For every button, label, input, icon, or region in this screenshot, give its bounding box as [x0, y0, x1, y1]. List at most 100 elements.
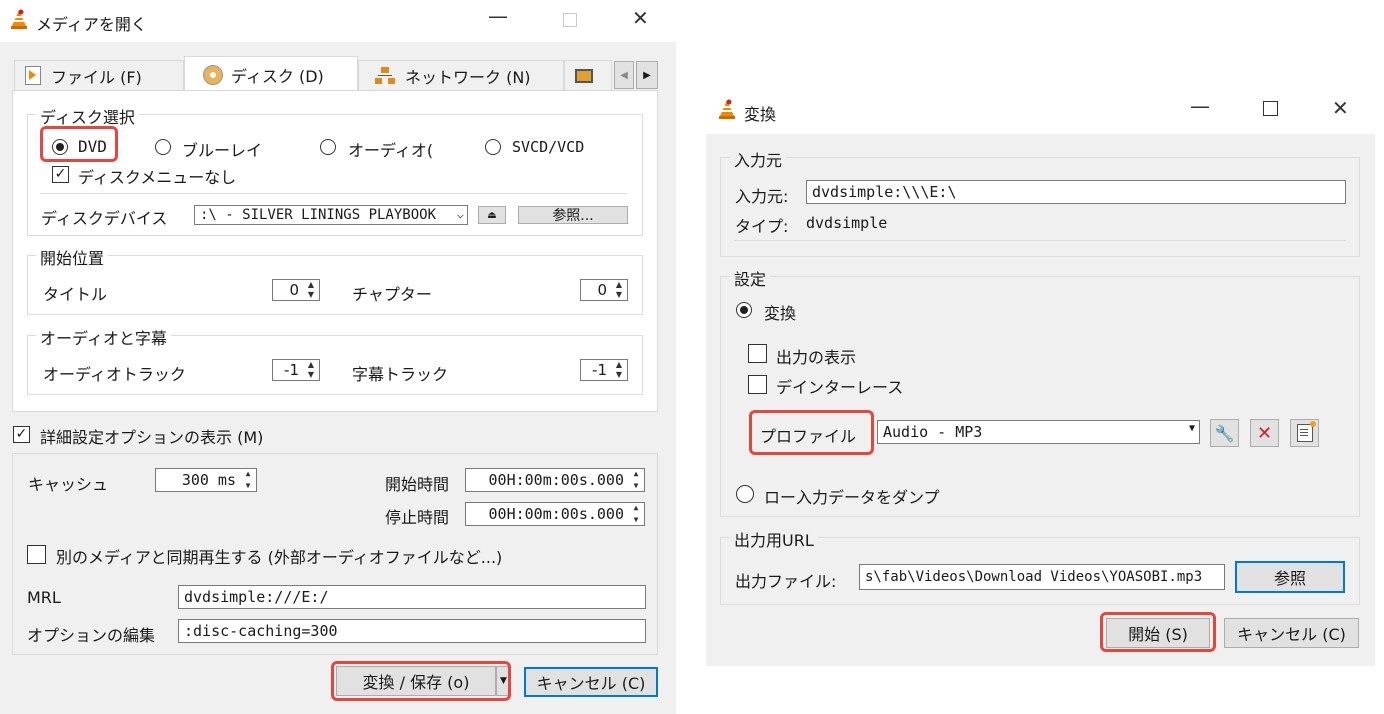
destination-group-title: 出力用URL — [730, 527, 818, 551]
radio-dump-raw[interactable] — [736, 485, 754, 503]
cancel-button[interactable]: キャンセル (C) — [524, 667, 658, 697]
radio-bluray-label: ブルーレイ — [182, 141, 263, 160]
maximize-button[interactable] — [1263, 101, 1278, 116]
spin-arrows-icon: ▲ ▼ — [307, 360, 315, 379]
tab-capture[interactable] — [564, 60, 612, 90]
tab-disc-label: ディスク (D) — [231, 66, 324, 86]
stop-time-label: 停止時間 — [385, 508, 450, 527]
cancel-label: キャンセル (C) — [536, 674, 646, 693]
highlight-convert-save — [331, 661, 511, 701]
tab-network[interactable]: ネットワーク (N) — [358, 60, 564, 90]
show-output-checkbox[interactable] — [748, 344, 767, 363]
minimize-button[interactable]: — — [1190, 94, 1210, 118]
capture-device-icon — [575, 68, 593, 83]
sync-media-checkbox[interactable] — [27, 545, 46, 564]
radio-convert[interactable] — [736, 302, 752, 318]
mrl-value: dvdsimple:///E:/ — [184, 588, 329, 606]
output-file-value: s\fab\Videos\Download Videos\YOASOBI.mp3 — [865, 569, 1203, 585]
radio-audio-cd[interactable] — [320, 139, 336, 155]
settings-group-title: 設定 — [730, 266, 771, 290]
start-position-group — [27, 255, 643, 315]
audio-track-spinbox[interactable]: -1 ▲ ▼ — [272, 359, 320, 381]
convert-cancel-button[interactable]: キャンセル (C) — [1224, 618, 1359, 648]
radio-audio-cd-label: オーディオ( — [348, 141, 434, 160]
tab-file-label: ファイル (F) — [51, 67, 142, 87]
wrench-icon: 🔧 — [1214, 423, 1235, 443]
title-spinbox[interactable]: 0 ▲ ▼ — [272, 279, 320, 301]
highlight-start — [1100, 612, 1216, 652]
disc-device-value: :\ - SILVER LININGS PLAYBOOK — [200, 207, 437, 223]
disc-select-title: ディスク選択 — [36, 104, 139, 128]
subtitle-track-value: -1 — [592, 361, 607, 379]
minimize-button[interactable]: — — [488, 4, 508, 28]
no-disc-menu-label: ディスクメニューなし — [78, 168, 237, 187]
disc-select-divider — [40, 193, 628, 194]
edit-options-value: :disc-caching=300 — [184, 622, 338, 640]
chapter-label: チャプター — [352, 285, 432, 304]
close-button[interactable]: ✕ — [632, 6, 649, 30]
disc-device-select[interactable]: :\ - SILVER LININGS PLAYBOOK ⌵ — [194, 205, 468, 225]
close-button[interactable]: ✕ — [1332, 96, 1349, 120]
source-field[interactable]: dvdsimple:\\\E:\ — [806, 180, 1346, 204]
spin-arrows-icon: ▲ ▼ — [633, 503, 639, 524]
sync-media-label: 別のメディアと同期再生する (外部オーディオファイルなど...) — [56, 548, 503, 567]
eject-button[interactable]: ⏏ — [478, 206, 506, 224]
mrl-field[interactable]: dvdsimple:///E:/ — [178, 585, 646, 609]
radio-bluray[interactable] — [155, 139, 171, 155]
type-label: タイプ: — [735, 217, 789, 236]
chevron-down-icon: ▼ — [1188, 423, 1195, 434]
start-time-spinbox[interactable]: 00H:00m:00s.000 ▲ ▼ — [465, 468, 645, 492]
tab-scroll-left[interactable]: ◀ — [614, 61, 634, 89]
show-output-label: 出力の表示 — [776, 348, 857, 367]
delete-profile-button[interactable]: ✕ — [1250, 419, 1279, 447]
output-file-field[interactable]: s\fab\Videos\Download Videos\YOASOBI.mp3 — [859, 564, 1225, 590]
disc-browse-button[interactable]: 参照... — [518, 206, 628, 224]
cache-spinbox[interactable]: 300 ms ▲ ▼ — [155, 468, 257, 492]
highlight-dvd — [40, 126, 118, 162]
spin-arrows-icon: ▲ ▼ — [245, 469, 251, 490]
spin-arrows-icon: ▲ ▼ — [615, 280, 623, 299]
stop-time-value: 00H:00m:00s.000 — [488, 505, 624, 523]
source-divider — [734, 240, 1346, 241]
chevron-down-icon: ⌵ — [456, 207, 464, 221]
highlight-profile — [749, 410, 874, 455]
radio-svcd[interactable] — [485, 139, 501, 155]
show-advanced-label: 詳細設定オプションの表示 (M) — [40, 428, 264, 447]
profile-value: Audio - MP3 — [883, 423, 983, 441]
new-profile-button[interactable] — [1290, 419, 1319, 447]
edit-options-field[interactable]: :disc-caching=300 — [178, 619, 646, 643]
audio-track-value: -1 — [284, 361, 299, 379]
file-icon — [25, 66, 41, 85]
chapter-value: 0 — [597, 281, 607, 299]
tab-scroll-right[interactable]: ▶ — [636, 61, 658, 89]
maximize-button[interactable] — [563, 13, 577, 27]
no-disc-menu-checkbox[interactable]: ✓ — [52, 166, 69, 183]
start-position-title: 開始位置 — [36, 245, 109, 269]
subtitle-track-spinbox[interactable]: -1 ▲ ▼ — [580, 359, 628, 381]
tab-file[interactable]: ファイル (F) — [14, 60, 184, 90]
profile-select[interactable]: Audio - MP3 ▼ — [877, 420, 1200, 444]
tab-disc[interactable]: ディスク (D) — [184, 56, 358, 92]
network-icon — [375, 66, 395, 85]
convert-window-title: 変換 — [744, 105, 777, 124]
output-browse-label: 参照 — [1273, 569, 1306, 588]
vlc-cone-icon — [719, 99, 735, 119]
start-time-label: 開始時間 — [385, 475, 450, 494]
edit-profile-button[interactable]: 🔧 — [1210, 419, 1239, 447]
output-browse-button[interactable]: 参照 — [1235, 561, 1345, 593]
edit-options-label: オプションの編集 — [27, 626, 156, 645]
spin-arrows-icon: ▲ ▼ — [307, 280, 315, 299]
title-label: タイトル — [43, 285, 108, 304]
stop-time-spinbox[interactable]: 00H:00m:00s.000 ▲ ▼ — [465, 502, 645, 526]
convert-cancel-label: キャンセル (C) — [1237, 625, 1346, 644]
spin-arrows-icon: ▲ ▼ — [633, 469, 639, 490]
chapter-spinbox[interactable]: 0 ▲ ▼ — [580, 279, 628, 301]
deinterlace-checkbox[interactable] — [748, 375, 767, 394]
window-title: メディアを開く — [36, 15, 147, 34]
subtitle-track-label: 字幕トラック — [352, 365, 449, 384]
type-value: dvdsimple — [806, 214, 888, 232]
show-advanced-checkbox[interactable]: ✓ — [13, 426, 30, 443]
output-file-label: 出力ファイル: — [735, 572, 837, 591]
source-label: 入力元: — [735, 187, 789, 206]
new-profile-icon — [1296, 421, 1316, 442]
